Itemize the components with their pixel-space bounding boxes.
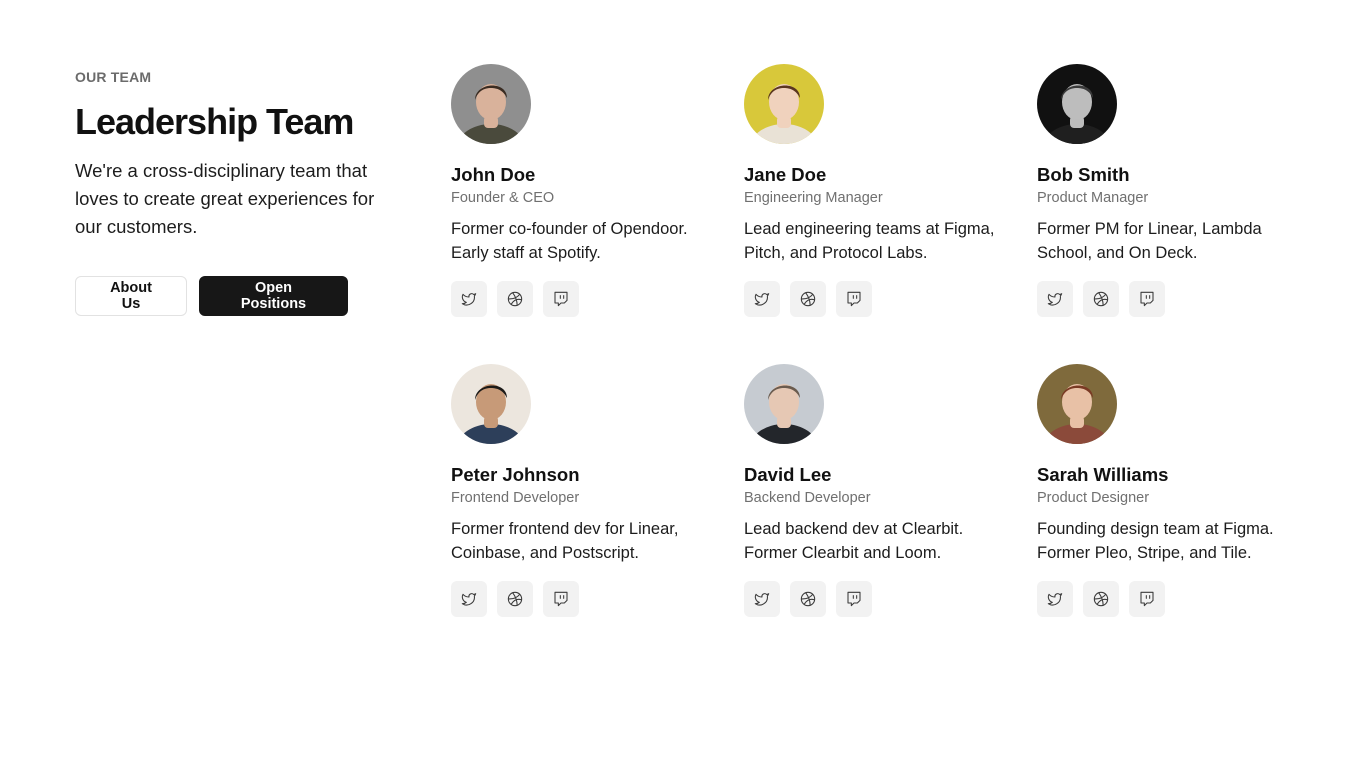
team-member-card: Jane Doe Engineering Manager Lead engine… — [744, 64, 1034, 364]
twitter-link[interactable] — [744, 281, 780, 317]
page-title: Leadership Team — [75, 101, 354, 142]
dribbble-link[interactable] — [497, 281, 533, 317]
section-eyebrow: OUR TEAM — [75, 69, 152, 85]
member-name: Jane Doe — [744, 164, 827, 185]
dribbble-icon — [800, 291, 816, 307]
twitch-link[interactable] — [836, 281, 872, 317]
twitch-link[interactable] — [836, 581, 872, 617]
dribbble-icon — [507, 291, 523, 307]
twitch-icon — [1140, 591, 1154, 607]
dribbble-icon — [507, 591, 523, 607]
avatar — [451, 64, 531, 144]
twitter-icon — [461, 593, 477, 606]
about-us-button[interactable]: About Us — [75, 276, 187, 316]
twitch-link[interactable] — [1129, 581, 1165, 617]
dribbble-link[interactable] — [1083, 281, 1119, 317]
twitter-link[interactable] — [744, 581, 780, 617]
member-name: John Doe — [451, 164, 536, 185]
team-member-card: Sarah Williams Product Designer Founding… — [1037, 364, 1327, 664]
dribbble-icon — [800, 591, 816, 607]
social-links — [451, 581, 741, 617]
member-role: Frontend Developer — [451, 490, 580, 506]
member-role: Engineering Manager — [744, 190, 883, 206]
member-name: David Lee — [744, 464, 832, 485]
dribbble-link[interactable] — [790, 281, 826, 317]
member-bio: Lead backend dev at Clearbit. Former Cle… — [744, 520, 964, 562]
twitter-icon — [754, 293, 770, 306]
member-role: Founder & CEO — [451, 190, 555, 206]
team-description: We're a cross-disciplinary team that lov… — [75, 160, 375, 237]
member-bio: Lead engineering teams at Figma, Pitch, … — [744, 220, 995, 262]
member-name: Peter Johnson — [451, 464, 580, 485]
avatar — [451, 364, 531, 444]
member-role: Backend Developer — [744, 490, 871, 506]
social-links — [744, 581, 1034, 617]
social-links — [744, 281, 1034, 317]
twitch-icon — [554, 591, 568, 607]
member-bio: Former PM for Linear, Lambda School, and… — [1037, 220, 1262, 262]
social-links — [1037, 281, 1327, 317]
team-member-card: Bob Smith Product Manager Former PM for … — [1037, 64, 1327, 364]
avatar — [1037, 364, 1117, 444]
twitter-link[interactable] — [1037, 581, 1073, 617]
avatar — [744, 364, 824, 444]
team-grid: John Doe Founder & CEO Former co-founder… — [451, 64, 1330, 664]
member-bio: Former co-founder of Opendoor. Early sta… — [451, 220, 688, 262]
twitter-icon — [1047, 293, 1063, 306]
team-intro: OUR TEAM Leadership Team We're a cross-d… — [75, 68, 405, 316]
dribbble-link[interactable] — [1083, 581, 1119, 617]
twitch-icon — [847, 591, 861, 607]
twitter-icon — [754, 593, 770, 606]
social-links — [451, 281, 741, 317]
twitter-icon — [1047, 593, 1063, 606]
avatar — [744, 64, 824, 144]
member-bio: Founding design team at Figma. Former Pl… — [1037, 520, 1274, 562]
member-name: Sarah Williams — [1037, 464, 1169, 485]
dribbble-link[interactable] — [790, 581, 826, 617]
twitter-icon — [461, 293, 477, 306]
team-member-card: Peter Johnson Frontend Developer Former … — [451, 364, 741, 664]
avatar — [1037, 64, 1117, 144]
dribbble-icon — [1093, 591, 1109, 607]
twitter-link[interactable] — [1037, 281, 1073, 317]
twitter-link[interactable] — [451, 581, 487, 617]
social-links — [1037, 581, 1327, 617]
dribbble-link[interactable] — [497, 581, 533, 617]
team-member-card: David Lee Backend Developer Lead backend… — [744, 364, 1034, 664]
twitch-link[interactable] — [543, 581, 579, 617]
member-name: Bob Smith — [1037, 164, 1130, 185]
twitch-link[interactable] — [543, 281, 579, 317]
intro-actions: About Us Open Positions — [75, 276, 405, 316]
team-member-card: John Doe Founder & CEO Former co-founder… — [451, 64, 741, 364]
member-bio: Former frontend dev for Linear, Coinbase… — [451, 520, 679, 562]
twitter-link[interactable] — [451, 281, 487, 317]
member-role: Product Manager — [1037, 190, 1149, 206]
dribbble-icon — [1093, 291, 1109, 307]
twitch-icon — [1140, 291, 1154, 307]
twitch-link[interactable] — [1129, 281, 1165, 317]
open-positions-button[interactable]: Open Positions — [199, 276, 348, 316]
twitch-icon — [554, 291, 568, 307]
twitch-icon — [847, 291, 861, 307]
member-role: Product Designer — [1037, 490, 1150, 506]
